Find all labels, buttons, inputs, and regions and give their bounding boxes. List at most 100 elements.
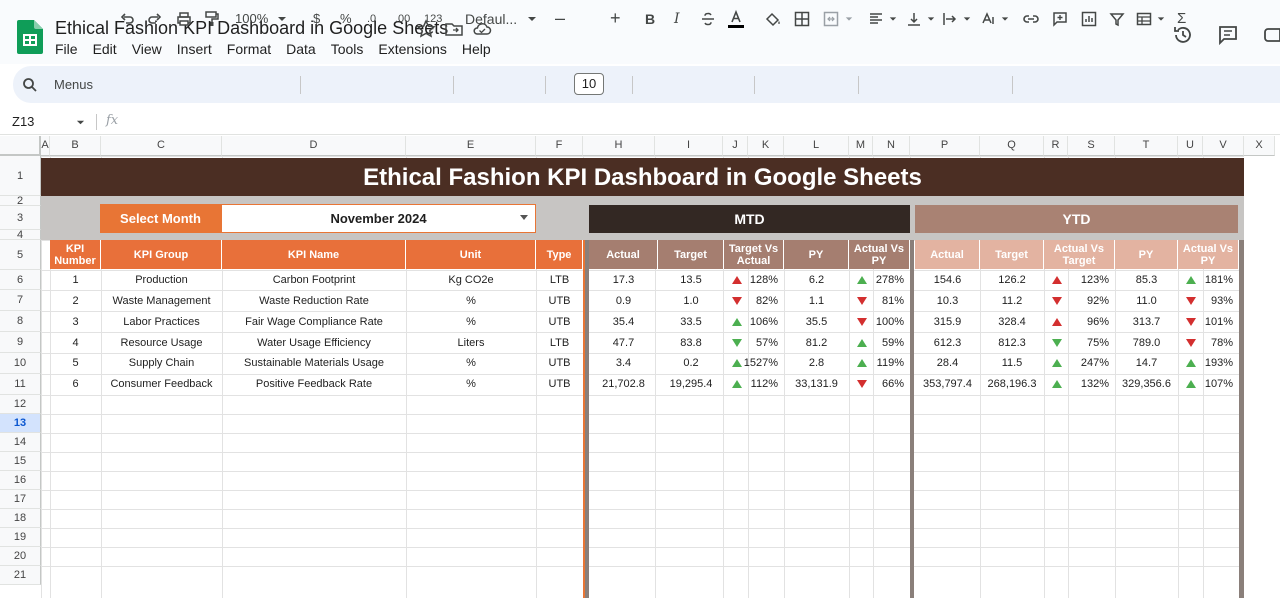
kpi-cell-mtd-avp[interactable]: 81% bbox=[849, 291, 910, 311]
kpi-cell-name[interactable]: Sustainable Materials Usage bbox=[222, 353, 406, 373]
column-header-t[interactable]: T bbox=[1115, 136, 1178, 156]
italic-button[interactable]: I bbox=[674, 0, 680, 37]
currency-format-button[interactable]: $ bbox=[313, 0, 320, 37]
kpi-cell-ytd-avp[interactable]: 181% bbox=[1178, 270, 1239, 290]
row-header-1[interactable]: 1 bbox=[0, 156, 41, 196]
kpi-cell-unit[interactable]: % bbox=[406, 374, 536, 394]
row-header-20[interactable]: 20 bbox=[0, 547, 41, 566]
kpi-cell-group[interactable]: Resource Usage bbox=[101, 333, 222, 353]
kpi-cell-ytd-actual[interactable]: 612.3 bbox=[915, 333, 980, 353]
move-folder-icon[interactable] bbox=[444, 19, 464, 39]
column-header-e[interactable]: E bbox=[406, 136, 536, 156]
column-header-s[interactable]: S bbox=[1068, 136, 1115, 156]
row-header-21[interactable]: 21 bbox=[0, 566, 41, 585]
kpi-cell-mtd-actual[interactable]: 47.7 bbox=[589, 333, 658, 353]
kpi-cell-ytd-py[interactable]: 11.0 bbox=[1115, 291, 1178, 311]
kpi-cell-mtd-tva[interactable]: 112% bbox=[724, 374, 784, 394]
row-header-6[interactable]: 6 bbox=[0, 270, 41, 290]
month-dropdown[interactable]: November 2024 bbox=[221, 204, 536, 233]
kpi-cell-mtd-tva[interactable]: 82% bbox=[724, 291, 784, 311]
row-header-10[interactable]: 10 bbox=[0, 353, 41, 374]
row-header-16[interactable]: 16 bbox=[0, 471, 41, 490]
row-header-9[interactable]: 9 bbox=[0, 332, 41, 353]
kpi-cell-type[interactable]: UTB bbox=[536, 353, 583, 373]
column-header-d[interactable]: D bbox=[222, 136, 406, 156]
kpi-cell-mtd-py[interactable]: 35.5 bbox=[784, 312, 849, 332]
row-header-15[interactable]: 15 bbox=[0, 452, 41, 471]
kpi-cell-mtd-avp[interactable]: 66% bbox=[849, 374, 910, 394]
kpi-cell-mtd-py[interactable]: 2.8 bbox=[784, 353, 849, 373]
kpi-cell-mtd-avp[interactable]: 59% bbox=[849, 333, 910, 353]
row-header-2[interactable]: 2 bbox=[0, 196, 41, 207]
kpi-cell-ytd-avt[interactable]: 96% bbox=[1044, 312, 1115, 332]
row-header-18[interactable]: 18 bbox=[0, 509, 41, 528]
kpi-cell-type[interactable]: UTB bbox=[536, 291, 583, 311]
kpi-cell-ytd-actual[interactable]: 353,797.4 bbox=[915, 374, 980, 394]
kpi-cell-mtd-target[interactable]: 33.5 bbox=[658, 312, 724, 332]
kpi-cell-ytd-actual[interactable]: 28.4 bbox=[915, 353, 980, 373]
sheets-logo-icon[interactable] bbox=[17, 20, 43, 54]
kpi-cell-name[interactable]: Fair Wage Compliance Rate bbox=[222, 312, 406, 332]
font-family-select[interactable]: Defaul... bbox=[465, 0, 537, 37]
horizontal-align-button[interactable] bbox=[868, 0, 897, 37]
menu-file[interactable]: File bbox=[55, 41, 78, 57]
search-menus[interactable]: Menus bbox=[22, 66, 93, 103]
kpi-cell-mtd-py[interactable]: 81.2 bbox=[784, 333, 849, 353]
increase-decimal-button[interactable]: .00 bbox=[395, 0, 410, 37]
kpi-cell-group[interactable]: Consumer Feedback bbox=[101, 374, 222, 394]
kpi-cell-ytd-py[interactable]: 789.0 bbox=[1115, 333, 1178, 353]
kpi-cell-group[interactable]: Waste Management bbox=[101, 291, 222, 311]
strikethrough-button[interactable] bbox=[700, 0, 716, 37]
row-header-19[interactable]: 19 bbox=[0, 528, 41, 547]
kpi-cell-num[interactable]: 4 bbox=[50, 333, 101, 353]
column-header-k[interactable]: K bbox=[748, 136, 784, 156]
decrease-font-size-button[interactable]: – bbox=[555, 0, 565, 37]
comments-icon[interactable] bbox=[1217, 24, 1239, 46]
name-box[interactable]: Z13 bbox=[12, 114, 34, 129]
text-wrapping-button[interactable] bbox=[942, 0, 971, 37]
dropdown-arrow-icon[interactable] bbox=[520, 215, 528, 220]
functions-button[interactable]: Σ bbox=[1177, 0, 1186, 37]
paint-format-button[interactable] bbox=[205, 0, 219, 37]
kpi-cell-num[interactable]: 3 bbox=[50, 312, 101, 332]
kpi-cell-ytd-avp[interactable]: 107% bbox=[1178, 374, 1239, 394]
kpi-cell-ytd-avp[interactable]: 193% bbox=[1178, 353, 1239, 373]
kpi-cell-type[interactable]: LTB bbox=[536, 270, 583, 290]
kpi-cell-type[interactable]: LTB bbox=[536, 333, 583, 353]
kpi-cell-ytd-py[interactable]: 14.7 bbox=[1115, 353, 1178, 373]
create-filter-button[interactable] bbox=[1109, 0, 1125, 37]
kpi-cell-mtd-actual[interactable]: 3.4 bbox=[589, 353, 658, 373]
kpi-cell-mtd-target[interactable]: 0.2 bbox=[658, 353, 724, 373]
kpi-cell-ytd-avt[interactable]: 92% bbox=[1044, 291, 1115, 311]
kpi-cell-name[interactable]: Carbon Footprint bbox=[222, 270, 406, 290]
column-header-f[interactable]: F bbox=[536, 136, 583, 156]
kpi-cell-ytd-py[interactable]: 85.3 bbox=[1115, 270, 1178, 290]
kpi-cell-ytd-avt[interactable]: 75% bbox=[1044, 333, 1115, 353]
row-header-8[interactable]: 8 bbox=[0, 311, 41, 332]
kpi-cell-unit[interactable]: % bbox=[406, 312, 536, 332]
kpi-cell-group[interactable]: Supply Chain bbox=[101, 353, 222, 373]
kpi-cell-name[interactable]: Positive Feedback Rate bbox=[222, 374, 406, 394]
kpi-cell-mtd-py[interactable]: 33,131.9 bbox=[784, 374, 849, 394]
kpi-cell-ytd-avt[interactable]: 247% bbox=[1044, 353, 1115, 373]
kpi-cell-mtd-actual[interactable]: 35.4 bbox=[589, 312, 658, 332]
kpi-cell-ytd-avt[interactable]: 132% bbox=[1044, 374, 1115, 394]
text-rotation-button[interactable] bbox=[980, 0, 1009, 37]
kpi-cell-ytd-actual[interactable]: 315.9 bbox=[915, 312, 980, 332]
meet-icon[interactable] bbox=[1262, 24, 1280, 46]
kpi-cell-num[interactable]: 5 bbox=[50, 353, 101, 373]
fill-color-button[interactable] bbox=[764, 0, 782, 37]
insert-link-button[interactable] bbox=[1022, 0, 1040, 37]
kpi-cell-mtd-tva[interactable]: 106% bbox=[724, 312, 784, 332]
row-header-13[interactable]: 13 bbox=[0, 414, 41, 433]
filter-views-button[interactable] bbox=[1136, 0, 1165, 37]
row-header-3[interactable]: 3 bbox=[0, 206, 41, 230]
row-header-5[interactable]: 5 bbox=[0, 240, 41, 270]
column-header-m[interactable]: M bbox=[849, 136, 873, 156]
font-size-input[interactable]: 10 bbox=[574, 73, 604, 95]
column-header-x[interactable]: X bbox=[1244, 136, 1275, 156]
redo-button[interactable] bbox=[148, 0, 162, 37]
menu-format[interactable]: Format bbox=[227, 41, 271, 57]
kpi-cell-ytd-actual[interactable]: 10.3 bbox=[915, 291, 980, 311]
kpi-cell-mtd-actual[interactable]: 0.9 bbox=[589, 291, 658, 311]
